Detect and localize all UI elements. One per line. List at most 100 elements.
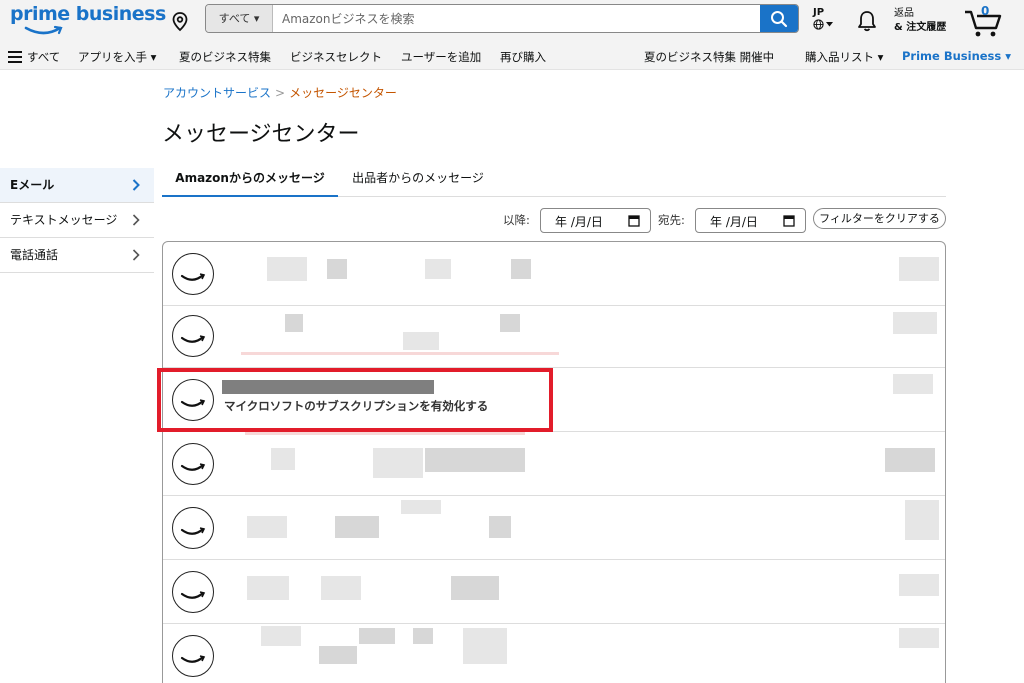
hamburger-icon [8, 51, 22, 63]
nav-all-menu[interactable]: すべて [8, 49, 60, 65]
amazon-avatar [172, 571, 214, 613]
redacted-text [267, 257, 307, 281]
redacted-text [489, 516, 511, 538]
search-input[interactable] [282, 5, 762, 32]
chevron-right-icon [132, 214, 140, 226]
message-row[interactable] [163, 242, 945, 306]
top-header: prime business すべて ▾ JP [0, 0, 1024, 42]
returns-label: 返品 [894, 8, 914, 19]
redacted-text [327, 259, 347, 279]
redacted-text [271, 448, 295, 470]
sidebar-item-text-message[interactable]: テキストメッセージ [0, 203, 154, 238]
redacted-text [413, 628, 433, 644]
search-icon [771, 10, 788, 27]
nav-promo-banner[interactable]: 夏のビジネス特集 開催中 [644, 49, 774, 65]
redacted-date [893, 374, 933, 394]
nav-item-summer-sale[interactable]: 夏のビジネス特集 [179, 49, 271, 65]
date-to-placeholder: 年 /月/日 [710, 215, 758, 229]
sidebar-item-label: テキストメッセージ [10, 213, 118, 227]
nav-item-get-app[interactable]: アプリを入手 ▾ [78, 49, 156, 65]
redacted-text [511, 259, 531, 279]
amazon-smile-icon [180, 335, 206, 343]
caret-down-icon [826, 22, 833, 27]
globe-icon [813, 19, 824, 30]
message-row[interactable] [163, 496, 945, 560]
tab-seller-messages[interactable]: 出品者からのメッセージ [338, 167, 498, 197]
redacted-text [285, 314, 303, 332]
sidebar-item-label: 電話通話 [10, 248, 59, 262]
message-list: マイクロソフトのサブスクリプションを有効化する [162, 241, 946, 683]
highlight-annotation-box [157, 368, 553, 432]
language-selector[interactable]: JP [813, 6, 833, 30]
nav-bar: すべて アプリを入手 ▾ 夏のビジネス特集 ビジネスセレクト ユーザーを追加 再… [0, 42, 1024, 70]
amazon-avatar [172, 507, 214, 549]
amazon-avatar [172, 635, 214, 677]
date-from-input[interactable]: 年 /月/日 [540, 208, 651, 233]
amazon-smile-icon [180, 527, 206, 535]
message-row[interactable] [163, 560, 945, 624]
nav-item-business-select[interactable]: ビジネスセレクト [290, 49, 382, 65]
cart-button[interactable]: 0 [963, 4, 1003, 38]
search-bar: すべて ▾ [205, 4, 799, 33]
redacted-text [451, 576, 499, 600]
chevron-right-icon [132, 179, 140, 191]
redacted-date [905, 500, 939, 540]
date-to-label: 宛先: [658, 213, 685, 227]
redacted-text [247, 516, 287, 538]
date-from-placeholder: 年 /月/日 [555, 215, 603, 229]
orders-label: & 注文履歴 [894, 22, 947, 33]
redacted-text [359, 628, 395, 644]
redacted-text [241, 352, 559, 355]
redacted-text [261, 626, 301, 646]
redacted-date [885, 448, 935, 472]
clear-filter-button[interactable]: フィルターをクリアする [813, 208, 946, 229]
nav-item-buy-again[interactable]: 再び購入 [500, 49, 546, 65]
redacted-date [893, 312, 937, 334]
calendar-icon[interactable] [628, 214, 640, 227]
amazon-smile-icon [180, 591, 206, 599]
date-to-input[interactable]: 年 /月/日 [695, 208, 806, 233]
tab-amazon-messages[interactable]: Amazonからのメッセージ [162, 167, 338, 197]
calendar-icon[interactable] [783, 214, 795, 227]
redacted-text [335, 516, 379, 538]
nav-item-purchase-lists[interactable]: 購入品リスト ▾ [805, 49, 883, 65]
sidebar-item-label: Eメール [10, 178, 55, 192]
breadcrumb-message-center[interactable]: メッセージセンター [289, 86, 397, 100]
breadcrumb-separator: > [275, 86, 286, 100]
message-row[interactable] [163, 624, 945, 683]
sidebar-item-email[interactable]: Eメール [0, 168, 154, 203]
amazon-avatar [172, 253, 214, 295]
breadcrumb-account-services[interactable]: アカウントサービス [163, 86, 271, 100]
message-row[interactable] [163, 432, 945, 496]
redacted-date [899, 628, 939, 648]
chevron-right-icon [132, 249, 140, 261]
nav-all-label: すべて [27, 50, 61, 64]
amazon-avatar [172, 315, 214, 357]
redacted-text [500, 314, 520, 332]
redacted-text [425, 448, 525, 472]
sidebar-item-phone-call[interactable]: 電話通話 [0, 238, 154, 273]
nav-item-add-user[interactable]: ユーザーを追加 [401, 49, 481, 65]
redacted-text [463, 628, 507, 664]
redacted-text [247, 576, 289, 600]
redacted-text [319, 646, 357, 664]
search-category-dropdown[interactable]: すべて ▾ [206, 5, 273, 32]
amazon-smile-icon [180, 655, 206, 663]
redacted-text [403, 332, 439, 350]
nav-item-prime-business[interactable]: Prime Business ▾ [902, 49, 1011, 63]
date-from-label: 以降: [503, 213, 530, 227]
amazon-smile-icon [180, 463, 206, 471]
bell-icon[interactable] [856, 10, 878, 32]
language-code: JP [813, 7, 825, 18]
returns-orders-link[interactable]: 返品 & 注文履歴 [894, 7, 946, 35]
redacted-date [899, 574, 939, 596]
redacted-text [425, 259, 451, 279]
search-button[interactable] [760, 5, 798, 32]
message-row[interactable] [163, 304, 945, 368]
page-title: メッセージセンター [162, 122, 360, 147]
redacted-text [373, 448, 423, 478]
cart-count: 0 [981, 4, 990, 18]
location-pin-icon[interactable] [172, 12, 188, 32]
redacted-date [899, 257, 939, 281]
prime-business-logo[interactable]: prime business [10, 3, 166, 39]
